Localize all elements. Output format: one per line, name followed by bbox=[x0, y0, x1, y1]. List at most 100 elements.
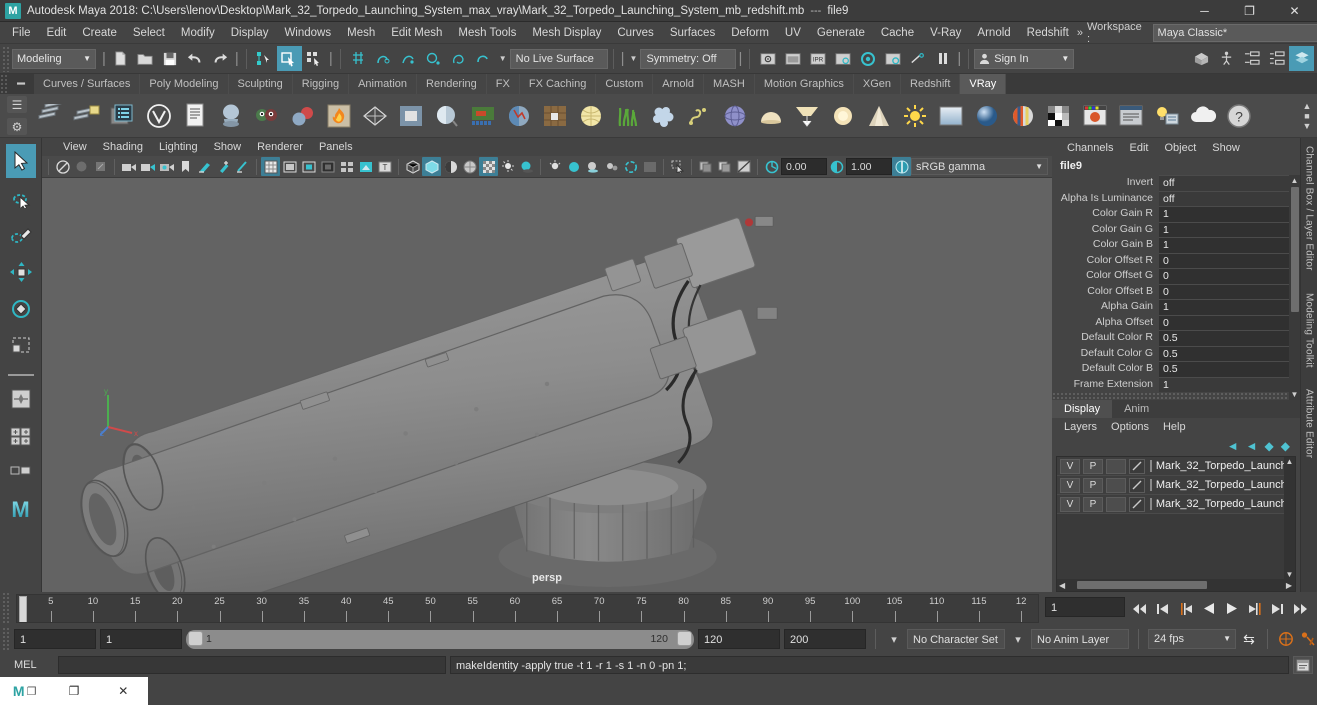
menu-modify[interactable]: Modify bbox=[173, 24, 223, 42]
hscroll-thumb[interactable] bbox=[1077, 581, 1208, 589]
motion-blur-icon[interactable] bbox=[564, 157, 583, 176]
select-by-object-icon[interactable] bbox=[276, 46, 302, 71]
layer-visibility-toggle[interactable]: V bbox=[1060, 496, 1080, 512]
vray-displacement-icon[interactable] bbox=[430, 98, 464, 134]
lasso-select-tool[interactable] bbox=[6, 181, 36, 215]
make-live-icon[interactable] bbox=[471, 46, 496, 71]
grid-toggle-icon[interactable] bbox=[261, 157, 280, 176]
smooth-shading-icon[interactable] bbox=[422, 157, 441, 176]
vray-render-settings-icon[interactable] bbox=[106, 98, 140, 134]
snap-to-view-plane-icon[interactable] bbox=[446, 46, 471, 71]
shelf-tab-menu-icon[interactable]: ━ bbox=[8, 74, 34, 94]
xray-joints-icon[interactable] bbox=[356, 157, 375, 176]
channel-value[interactable]: 0 bbox=[1159, 283, 1289, 299]
layer-menu-options[interactable]: Options bbox=[1105, 420, 1155, 434]
new-file-icon[interactable] bbox=[108, 46, 133, 71]
playback-loop-icon[interactable]: ⇆ bbox=[1240, 629, 1258, 649]
new-layer-from-selected-icon[interactable]: ◆ bbox=[1281, 439, 1290, 453]
minimize-icon[interactable]: ─ bbox=[1182, 0, 1227, 22]
xray-display-icon[interactable] bbox=[696, 157, 715, 176]
gamma-field[interactable]: 1.00 bbox=[846, 158, 892, 175]
vray-fur-grass-icon[interactable] bbox=[610, 98, 644, 134]
layer-color-swatch[interactable] bbox=[1128, 477, 1145, 493]
channel-value[interactable]: 1 bbox=[1159, 237, 1289, 253]
animation-preferences-icon[interactable] bbox=[1299, 629, 1317, 649]
vray-dome-icon[interactable] bbox=[754, 98, 788, 134]
channel-box-layer-editor-toggle-icon[interactable] bbox=[1289, 46, 1314, 71]
select-camera-icon[interactable] bbox=[53, 157, 72, 176]
vray-volume-fire-icon[interactable] bbox=[322, 98, 356, 134]
render-settings-icon[interactable] bbox=[855, 46, 880, 71]
add-grease-pencil-frame-icon[interactable] bbox=[214, 157, 233, 176]
menu-arnold[interactable]: Arnold bbox=[969, 24, 1018, 42]
shelf-tab-xgen[interactable]: XGen bbox=[853, 74, 902, 94]
xray-toggle-icon[interactable] bbox=[337, 157, 356, 176]
menu-select[interactable]: Select bbox=[125, 24, 173, 42]
anim-start-field[interactable]: 1 bbox=[14, 629, 96, 649]
vray-color-bar-icon[interactable] bbox=[466, 98, 500, 134]
layer-visibility-toggle[interactable]: V bbox=[1060, 458, 1080, 474]
menu-deform[interactable]: Deform bbox=[723, 24, 777, 42]
vray-checker-icon[interactable] bbox=[1042, 98, 1076, 134]
menu-file[interactable]: File bbox=[4, 24, 39, 42]
vray-sphere-fade-icon[interactable] bbox=[286, 98, 320, 134]
rendering-flags-icon[interactable] bbox=[830, 46, 855, 71]
anim-end-field[interactable]: 200 bbox=[784, 629, 866, 649]
select-by-component-icon[interactable] bbox=[302, 46, 327, 71]
screen-space-ao-icon[interactable] bbox=[545, 157, 564, 176]
shelf-tab-fx-caching[interactable]: FX Caching bbox=[519, 74, 597, 94]
shaded-wireframe-icon[interactable] bbox=[441, 157, 460, 176]
menu-redshift[interactable]: Redshift bbox=[1019, 24, 1077, 42]
shelf-tab-sculpting[interactable]: Sculpting bbox=[228, 74, 293, 94]
viewport-menu-panels[interactable]: Panels bbox=[312, 140, 360, 154]
close-icon[interactable]: ✕ bbox=[1272, 0, 1317, 22]
layer-name[interactable]: Mark_32_Torpedo_Launchin bbox=[1149, 460, 1295, 472]
lock-camera-icon[interactable] bbox=[72, 157, 91, 176]
shelf-options-menu-icon[interactable]: ☰ bbox=[7, 96, 27, 113]
layer-row[interactable]: V P Mark_32_Torpedo_Launchin bbox=[1057, 476, 1295, 495]
shelf-tab-motion-graphics[interactable]: Motion Graphics bbox=[754, 74, 854, 94]
viewport-menu-lighting[interactable]: Lighting bbox=[152, 140, 205, 154]
shadows-toggle-icon[interactable] bbox=[517, 157, 536, 176]
camera-icon[interactable] bbox=[119, 157, 138, 176]
tab-display-layers[interactable]: Display bbox=[1052, 400, 1113, 418]
vray-light-lister-icon[interactable] bbox=[1150, 98, 1184, 134]
scroll-thumb[interactable] bbox=[1290, 187, 1299, 312]
snap-to-grid-icon[interactable] bbox=[346, 46, 371, 71]
vray-gradient-icon[interactable] bbox=[934, 98, 968, 134]
texture-toggle-icon[interactable]: T bbox=[375, 157, 394, 176]
layer-name[interactable]: Mark_32_Torpedo_Launchin bbox=[1149, 479, 1295, 491]
channel-value[interactable]: 0 bbox=[1159, 252, 1289, 268]
vray-material-editor-icon[interactable] bbox=[1078, 98, 1112, 134]
camera-exposure-icon[interactable] bbox=[157, 157, 176, 176]
show-hide-modeling-editors-icon[interactable] bbox=[1189, 46, 1214, 71]
bookmark-icon[interactable] bbox=[176, 157, 195, 176]
auto-keyframe-icon[interactable] bbox=[1277, 629, 1295, 649]
play-forwards-icon[interactable] bbox=[1221, 597, 1242, 621]
status-line-grip[interactable] bbox=[2, 45, 10, 72]
vray-fur-icon[interactable] bbox=[250, 98, 284, 134]
vray-sun-icon[interactable] bbox=[898, 98, 932, 134]
snap-to-projected-center-icon[interactable] bbox=[421, 46, 446, 71]
tool-settings-toggle-icon[interactable] bbox=[1239, 46, 1264, 71]
menu-create[interactable]: Create bbox=[74, 24, 125, 42]
shelf-tab-vray[interactable]: VRay bbox=[960, 74, 1007, 94]
single-perspective-layout[interactable] bbox=[6, 382, 36, 416]
scroll-up-icon[interactable]: ▲ bbox=[1291, 175, 1299, 186]
menu-display[interactable]: Display bbox=[223, 24, 277, 42]
vray-plane-icon[interactable] bbox=[394, 98, 428, 134]
time-cursor[interactable] bbox=[19, 596, 27, 622]
color-management-icon[interactable] bbox=[892, 157, 911, 176]
vray-sphere-blue-icon[interactable] bbox=[970, 98, 1004, 134]
channel-value[interactable]: off bbox=[1159, 190, 1289, 206]
viewport-menu-shading[interactable]: Shading bbox=[96, 140, 150, 154]
channel-value[interactable]: 1 bbox=[1159, 206, 1289, 222]
new-layer-icon[interactable]: ◆ bbox=[1265, 439, 1274, 453]
layer-playback-toggle[interactable]: P bbox=[1082, 496, 1103, 512]
sign-in-button[interactable]: Sign In ▼ bbox=[974, 48, 1075, 69]
layer-visibility-toggle[interactable]: V bbox=[1060, 477, 1080, 493]
depth-of-field-icon[interactable] bbox=[602, 157, 621, 176]
range-end-handle[interactable] bbox=[677, 631, 692, 646]
menu-edit[interactable]: Edit bbox=[39, 24, 75, 42]
move-layer-up-icon[interactable]: ◄ bbox=[1227, 439, 1239, 453]
